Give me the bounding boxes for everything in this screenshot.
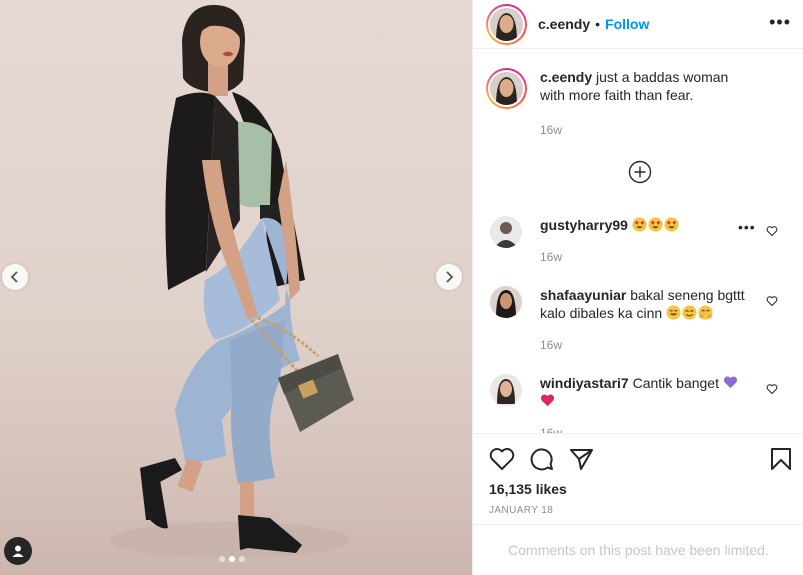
carousel-next-button[interactable]: [436, 264, 462, 290]
comment-text: gustyharry99: [540, 216, 750, 234]
smile-emoji-icon: [682, 305, 697, 320]
commenter-username[interactable]: windiyastari7: [540, 375, 629, 391]
likes-count[interactable]: 16,135 likes: [489, 481, 567, 497]
hug-emoji-icon: [698, 305, 713, 320]
grin-emoji-icon: [666, 305, 681, 320]
avatar-image: [490, 286, 522, 318]
carousel-dot: [219, 556, 225, 562]
comment-text: windiyastari7 Cantik banget: [540, 374, 750, 410]
user-tag-icon: [12, 545, 24, 557]
avatar-image: [490, 216, 522, 248]
comment-more-options-icon[interactable]: •••: [738, 219, 756, 235]
load-more-icon[interactable]: [628, 160, 652, 184]
comments-list[interactable]: c.eendy just a baddas woman with more fa…: [473, 50, 803, 433]
post-side-panel: c.eendy • Follow ••• c.eendy just a badd…: [472, 0, 803, 575]
heart-icon[interactable]: [766, 295, 778, 307]
commenter-avatar[interactable]: [490, 374, 522, 406]
avatar-image: [490, 72, 523, 105]
bookmark-icon[interactable]: [770, 447, 792, 471]
carousel-dot: [239, 556, 245, 562]
comment-icon[interactable]: [529, 447, 555, 471]
purple-heart-emoji-icon: [723, 376, 737, 389]
comment-timestamp[interactable]: 16w: [540, 250, 562, 264]
comment-text: shafaayuniar bakal seneng bgttt kalo dib…: [540, 286, 750, 322]
heart-icon[interactable]: [766, 383, 778, 395]
comment-body: Cantik banget: [628, 375, 719, 391]
avatar-image: [490, 374, 522, 406]
comment-timestamp[interactable]: 16w: [540, 426, 562, 433]
heart-eyes-emoji-icon: [648, 217, 663, 232]
carousel-indicator: [219, 556, 245, 562]
post-caption: c.eendy just a baddas woman with more fa…: [486, 68, 786, 109]
more-options-icon[interactable]: •••: [769, 12, 791, 33]
share-icon[interactable]: [569, 447, 595, 471]
heart-eyes-emoji-icon: [632, 217, 647, 232]
commenter-avatar[interactable]: [490, 286, 522, 318]
tagged-users-button[interactable]: [4, 537, 32, 565]
post-date[interactable]: JANUARY 18: [489, 505, 553, 516]
post-header: c.eendy • Follow •••: [473, 0, 803, 49]
caption-timestamp[interactable]: 16w: [540, 123, 562, 137]
commenter-avatar[interactable]: [490, 216, 522, 248]
comment-timestamp[interactable]: 16w: [540, 338, 562, 352]
like-heart-icon[interactable]: [489, 447, 515, 471]
header-separator: •: [595, 16, 601, 32]
post-photo[interactable]: [0, 0, 472, 575]
follow-button[interactable]: Follow: [605, 16, 649, 32]
carousel-dot-active: [229, 556, 235, 562]
chevron-right-icon: [446, 271, 454, 283]
caption-author-avatar[interactable]: [486, 68, 527, 109]
heart-icon[interactable]: [766, 225, 778, 237]
chevron-left-icon: [10, 271, 18, 283]
carousel-prev-button[interactable]: [2, 264, 28, 290]
photo-figure-illustration: [110, 4, 354, 558]
caption-text: c.eendy just a baddas woman with more fa…: [540, 68, 750, 109]
caption-username[interactable]: c.eendy: [540, 69, 592, 85]
post-actions: 16,135 likes JANUARY 18: [473, 433, 803, 525]
author-username[interactable]: c.eendy: [538, 16, 590, 32]
author-avatar[interactable]: [486, 3, 527, 45]
red-heart-emoji-icon: [540, 394, 555, 407]
comments-limited-notice: Comments on this post have been limited.: [473, 524, 803, 575]
commenter-username[interactable]: shafaayuniar: [540, 287, 626, 303]
avatar-image: [490, 7, 523, 41]
commenter-username[interactable]: gustyharry99: [540, 217, 628, 233]
heart-eyes-emoji-icon: [664, 217, 679, 232]
